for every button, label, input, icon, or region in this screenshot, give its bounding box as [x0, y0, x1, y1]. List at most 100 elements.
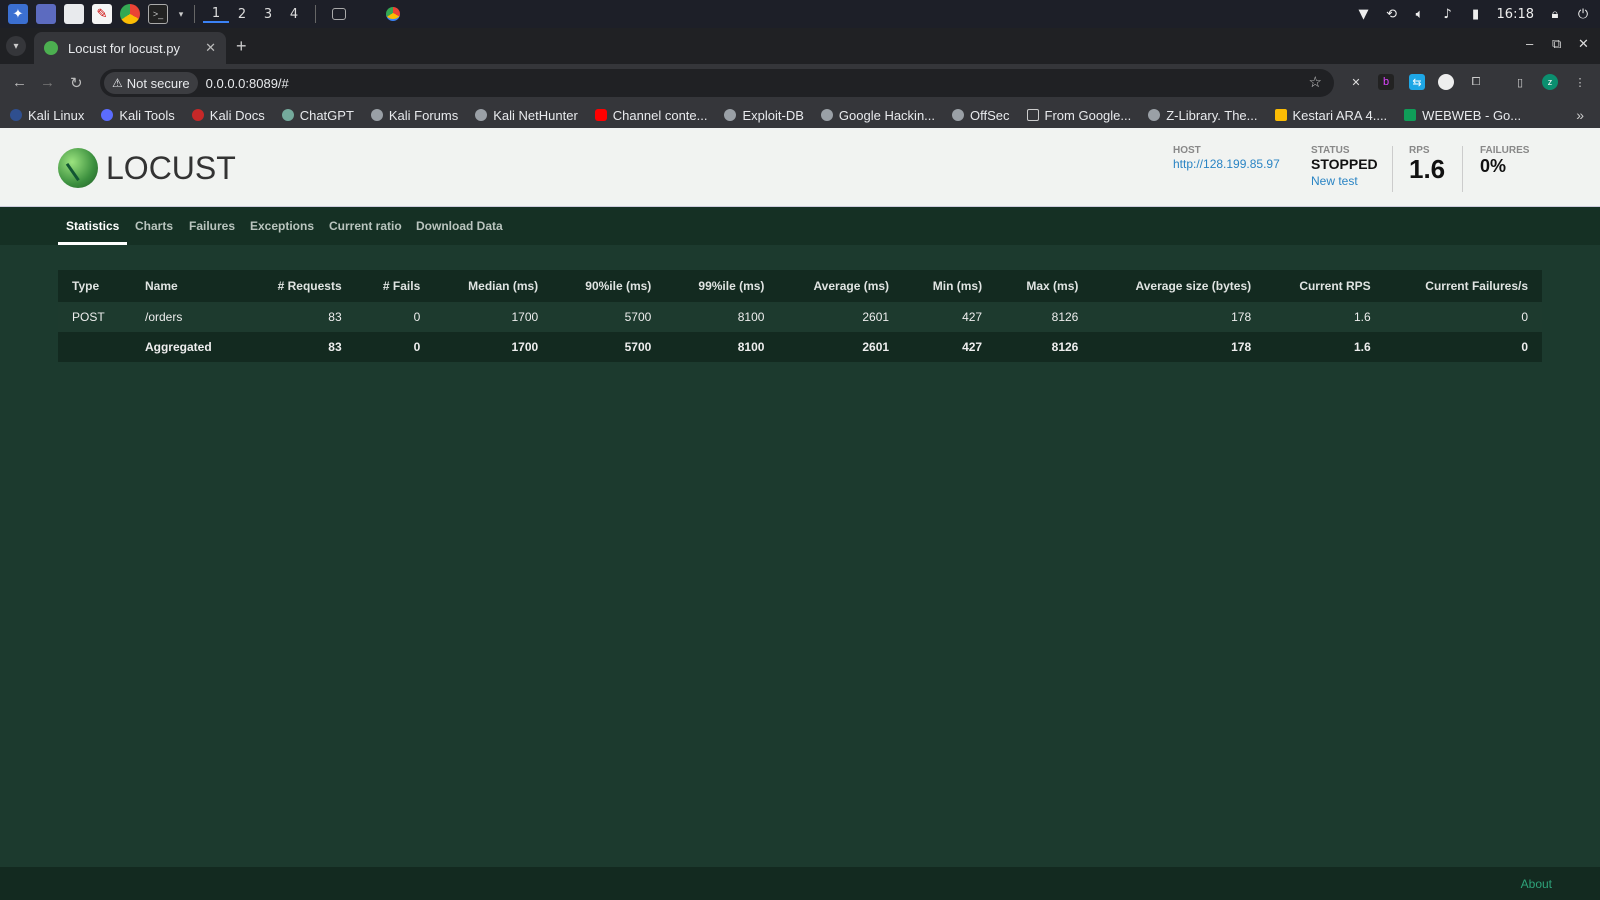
column-header[interactable]: Average (ms) — [778, 270, 904, 302]
sync-icon[interactable]: ⟲ — [1385, 7, 1399, 22]
locust-header: LOCUST HOST http://128.199.85.97 STATUS … — [0, 128, 1600, 207]
chrome-window-icon[interactable] — [386, 7, 400, 21]
new-test-link[interactable]: New test — [1311, 174, 1378, 188]
host-value[interactable]: http://128.199.85.97 — [1173, 157, 1280, 171]
table-cell: 83 — [244, 332, 356, 362]
tab-current-ratio[interactable]: Current ratio — [329, 219, 402, 233]
bookmark[interactable]: Kali Tools — [101, 108, 175, 123]
minimize-icon[interactable]: – — [1526, 36, 1533, 51]
battery-icon[interactable]: ▮ — [1469, 7, 1483, 22]
youtube-icon — [594, 109, 607, 121]
forward-icon[interactable]: → — [40, 74, 55, 91]
extension-icon[interactable]: ⇆ — [1409, 74, 1425, 90]
reload-icon[interactable]: ↻ — [70, 74, 83, 92]
puzzle-icon[interactable]: ⧠ — [1468, 74, 1484, 90]
bookmark[interactable]: Kali Linux — [10, 108, 84, 123]
file-manager-icon[interactable] — [64, 4, 84, 24]
column-header[interactable]: # Fails — [355, 270, 435, 302]
globe-icon — [370, 109, 383, 121]
kali-menu-icon[interactable]: ✦ — [8, 4, 28, 24]
rps-value: 1.6 — [1409, 154, 1446, 184]
star-icon[interactable]: ☆ — [1309, 73, 1322, 91]
column-header[interactable]: Current RPS — [1265, 270, 1385, 302]
column-header[interactable]: Type — [58, 270, 131, 302]
browser-tab[interactable]: Locust for locust.py ✕ — [34, 32, 226, 64]
bookmark-icon — [191, 109, 204, 121]
mute-extension-icon[interactable]: ✕ — [1348, 74, 1364, 90]
column-header[interactable]: 99%ile (ms) — [665, 270, 779, 302]
rps-box: RPS 1.6 — [1409, 145, 1445, 185]
column-header[interactable]: Median (ms) — [434, 270, 553, 302]
column-header[interactable]: # Requests — [244, 270, 356, 302]
taskbar-divider — [194, 5, 195, 23]
table-cell: 8126 — [996, 332, 1093, 362]
chevron-down-icon[interactable]: ▾ — [176, 4, 186, 24]
table-cell: 0 — [355, 302, 435, 332]
table-cell: 1.6 — [1265, 302, 1385, 332]
terminal-icon[interactable]: >_ — [148, 4, 168, 24]
bookmark[interactable]: OffSec — [952, 108, 1010, 123]
globe-icon — [475, 109, 488, 121]
extension-icon[interactable]: b — [1378, 74, 1394, 90]
power-icon[interactable]: ⏻ — [1576, 7, 1590, 22]
column-header[interactable]: Name — [130, 270, 245, 302]
lock-icon[interactable]: 🔒︎ — [1548, 7, 1562, 22]
column-header[interactable]: Min (ms) — [903, 270, 997, 302]
table-cell: 8100 — [665, 332, 779, 362]
bookmark[interactable]: Kestari ARA 4.... — [1274, 108, 1387, 123]
bookmark[interactable]: Google Hackin... — [820, 108, 935, 123]
close-window-icon[interactable]: ✕ — [1578, 36, 1589, 52]
bookmark[interactable]: WEBWEB - Go... — [1404, 108, 1521, 123]
chrome-icon[interactable] — [120, 4, 140, 24]
failures-value: 0% — [1480, 156, 1507, 176]
bookmark[interactable]: Kali NetHunter — [475, 108, 578, 123]
bookmarks-overflow-icon[interactable]: » — [1576, 107, 1584, 123]
header-divider — [1392, 146, 1393, 192]
tab-exceptions[interactable]: Exceptions — [250, 219, 314, 233]
close-icon[interactable]: ✕ — [205, 40, 216, 56]
about-link[interactable]: About — [1521, 877, 1552, 891]
workspace-2[interactable]: 2 — [229, 7, 255, 22]
column-header[interactable]: Max (ms) — [996, 270, 1093, 302]
bookmark[interactable]: Exploit-DB — [724, 108, 804, 123]
extension-icon[interactable] — [1438, 74, 1454, 90]
back-icon[interactable]: ← — [12, 74, 27, 91]
tab-statistics[interactable]: Statistics — [66, 219, 119, 233]
bookmarks-bar: Kali Linux Kali Tools Kali Docs ChatGPT … — [0, 102, 1600, 128]
tab-download-data[interactable]: Download Data — [416, 219, 503, 233]
bookmark[interactable]: Kali Forums — [370, 108, 458, 123]
terminal-window-icon[interactable] — [332, 8, 346, 20]
table-cell: /orders — [130, 302, 245, 332]
globe-icon — [724, 109, 737, 121]
text-editor-icon[interactable]: ✎ — [92, 4, 112, 24]
maximize-icon[interactable]: ⧉ — [1552, 36, 1561, 52]
volume-icon[interactable]: 🔈︎ — [1413, 7, 1427, 22]
security-chip[interactable]: ⚠ Not secure — [104, 72, 198, 94]
address-bar[interactable]: ⚠ Not secure 0.0.0.0:8089/# ☆ — [100, 69, 1334, 97]
tab-failures[interactable]: Failures — [189, 219, 235, 233]
side-panel-icon[interactable]: ▯ — [1512, 74, 1528, 90]
desktop-icon[interactable] — [36, 4, 56, 24]
bookmark[interactable]: Channel conte... — [594, 108, 707, 123]
url-text[interactable]: 0.0.0.0:8089/# — [206, 76, 289, 91]
column-header[interactable]: Average size (bytes) — [1092, 270, 1266, 302]
profile-avatar[interactable]: z — [1542, 74, 1558, 90]
workspace-4[interactable]: 4 — [281, 7, 307, 22]
wifi-icon[interactable]: ▼ — [1357, 7, 1371, 22]
workspace-3[interactable]: 3 — [255, 7, 281, 22]
tab-charts[interactable]: Charts — [135, 219, 173, 233]
column-header[interactable]: Current Failures/s — [1384, 270, 1542, 302]
table-cell: 1700 — [434, 332, 553, 362]
bookmark[interactable]: Kali Docs — [191, 108, 265, 123]
more-menu-icon[interactable]: ⋮ — [1572, 74, 1588, 90]
column-header[interactable]: 90%ile (ms) — [552, 270, 666, 302]
bookmark-folder[interactable]: From Google... — [1026, 108, 1131, 123]
tab-search-icon[interactable]: ▾ — [6, 36, 26, 56]
locust-logo[interactable]: LOCUST — [58, 148, 236, 188]
bookmark[interactable]: ChatGPT — [281, 108, 354, 123]
bookmark[interactable]: Z-Library. The... — [1148, 108, 1258, 123]
new-tab-icon[interactable]: + — [236, 36, 247, 57]
workspace-1[interactable]: 1 — [203, 6, 229, 23]
clock[interactable]: 16:18 — [1497, 7, 1534, 22]
bell-icon[interactable]: ♪ — [1441, 7, 1455, 22]
